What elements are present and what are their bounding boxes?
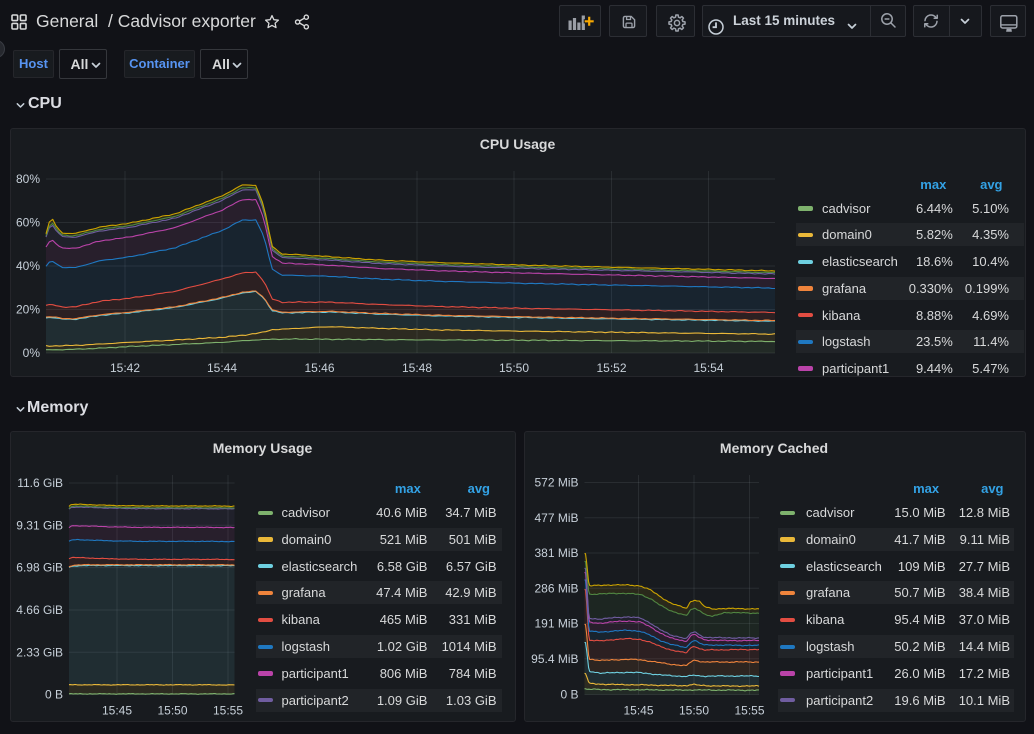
svg-text:15:50: 15:50 xyxy=(157,704,187,718)
svg-text:286 MiB: 286 MiB xyxy=(534,581,578,595)
svg-text:15:55: 15:55 xyxy=(213,704,243,718)
svg-text:40%: 40% xyxy=(16,259,40,273)
svg-text:6.98 GiB: 6.98 GiB xyxy=(16,561,63,575)
svg-text:15:54: 15:54 xyxy=(693,361,723,375)
svg-text:15:50: 15:50 xyxy=(678,704,708,718)
svg-text:15:44: 15:44 xyxy=(207,361,237,375)
svg-text:15:52: 15:52 xyxy=(596,361,626,375)
svg-text:15:45: 15:45 xyxy=(102,704,132,718)
svg-text:2.33 GiB: 2.33 GiB xyxy=(16,645,63,659)
svg-text:15:42: 15:42 xyxy=(110,361,140,375)
svg-text:191 MiB: 191 MiB xyxy=(534,617,578,631)
svg-text:0 B: 0 B xyxy=(560,688,578,702)
svg-text:95.4 MiB: 95.4 MiB xyxy=(531,652,578,666)
svg-text:381 MiB: 381 MiB xyxy=(534,546,578,560)
svg-text:572 MiB: 572 MiB xyxy=(534,476,578,490)
svg-text:0%: 0% xyxy=(23,346,41,360)
svg-text:11.6 GiB: 11.6 GiB xyxy=(17,476,63,490)
svg-text:4.66 GiB: 4.66 GiB xyxy=(16,603,63,617)
svg-text:9.31 GiB: 9.31 GiB xyxy=(16,518,63,532)
svg-text:15:48: 15:48 xyxy=(402,361,432,375)
svg-text:15:45: 15:45 xyxy=(623,704,653,718)
svg-text:0 B: 0 B xyxy=(45,688,63,702)
svg-text:15:46: 15:46 xyxy=(304,361,334,375)
svg-text:15:55: 15:55 xyxy=(734,704,764,718)
svg-text:60%: 60% xyxy=(16,216,40,230)
svg-text:477 MiB: 477 MiB xyxy=(534,511,578,525)
svg-text:80%: 80% xyxy=(16,172,40,186)
svg-text:15:50: 15:50 xyxy=(499,361,529,375)
svg-text:20%: 20% xyxy=(16,303,40,317)
